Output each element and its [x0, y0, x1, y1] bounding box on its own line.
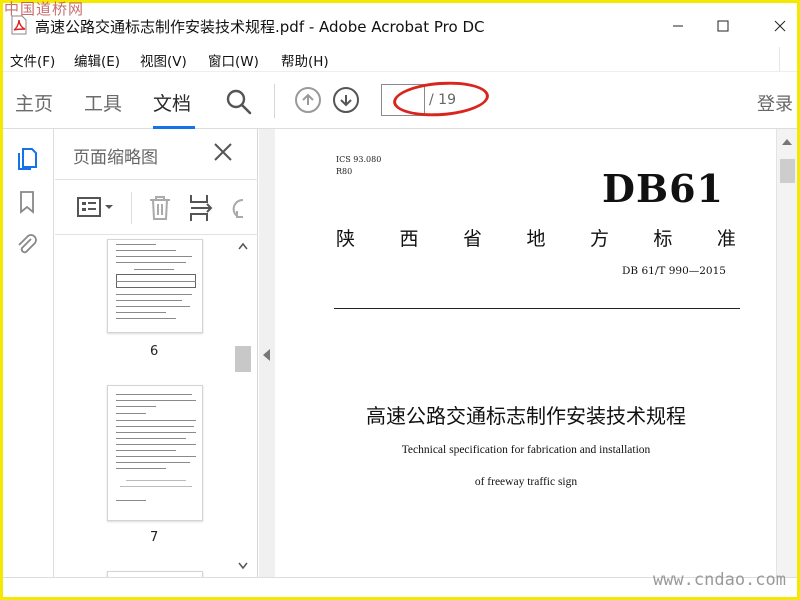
document-title-en-line1: Technical specification for fabrication …	[401, 444, 651, 456]
thumbnail-panel: 页面缩略图 6 7	[55, 129, 258, 579]
category-code: R80	[336, 167, 353, 176]
tab-home[interactable]: 主页	[15, 89, 53, 116]
menu-file[interactable]: 文件(F)	[10, 50, 55, 70]
menu-edit[interactable]: 编辑(E)	[74, 50, 120, 70]
login-button[interactable]: 登录	[757, 90, 793, 116]
toolbar: 主页 工具 文档 / 19 登录	[3, 71, 797, 129]
close-icon	[774, 20, 786, 32]
minimize-icon	[673, 25, 683, 27]
thumbnail-page-number: 6	[150, 344, 159, 359]
province-char: 陕	[336, 228, 356, 250]
page-up-icon	[302, 93, 314, 105]
title-bar: 高速公路交通标志制作安装技术规程.pdf - Adobe Acrobat Pro…	[3, 3, 797, 47]
province-char: 准	[716, 228, 736, 250]
minimize-button[interactable]	[658, 11, 698, 41]
panel-collapse-handle[interactable]	[259, 129, 275, 577]
standard-number: DB 61/T 990—2015	[622, 265, 726, 277]
search-icon[interactable]	[225, 88, 253, 116]
menu-bar-edge	[779, 47, 797, 71]
close-button[interactable]	[760, 11, 800, 41]
scroll-up-icon[interactable]	[782, 139, 792, 145]
rotate-page-icon[interactable]	[229, 196, 249, 220]
maximize-icon	[717, 20, 729, 32]
scroll-down-icon[interactable]	[238, 562, 248, 570]
attachment-icon[interactable]	[15, 233, 39, 259]
toolbar-separator	[274, 84, 275, 118]
scroll-up-icon[interactable]	[238, 242, 248, 250]
previous-page-button[interactable]	[295, 87, 321, 113]
scrollbar-thumb[interactable]	[235, 346, 251, 372]
page-thumbnail[interactable]	[107, 385, 203, 521]
document-page: ICS 93.080 R80 DB61 陕 西 省 地 方 标 准 DB 61/…	[276, 129, 776, 577]
province-char: 方	[589, 228, 609, 250]
province-char: 省	[462, 228, 482, 250]
panel-title: 页面缩略图	[73, 148, 158, 168]
thumbnail-scrollbar[interactable]	[233, 236, 253, 577]
header-rule	[334, 308, 740, 309]
standard-code: DB61	[602, 166, 724, 211]
tab-tools[interactable]: 工具	[84, 89, 122, 116]
thumbnail-toolbar	[55, 179, 258, 235]
page-thumbnails-icon[interactable]	[15, 145, 39, 171]
thumbnail-options-icon[interactable]	[77, 196, 115, 220]
ics-number: ICS 93.080	[336, 155, 382, 164]
collapse-arrow-icon	[263, 349, 270, 361]
menu-bar: 文件(F) 编辑(E) 视图(V) 窗口(W) 帮助(H)	[3, 47, 797, 71]
watermark-url: www.cndao.com	[652, 570, 786, 590]
bookmark-icon[interactable]	[15, 189, 39, 215]
page-down-icon	[340, 95, 352, 107]
menu-view[interactable]: 视图(V)	[140, 50, 187, 70]
document-scrollbar[interactable]	[776, 129, 797, 577]
document-title-cn: 高速公路交通标志制作安装技术规程	[366, 404, 686, 428]
page-thumbnail[interactable]	[107, 239, 203, 333]
scrollbar-thumb[interactable]	[780, 159, 795, 183]
delete-page-icon[interactable]	[147, 194, 173, 222]
province-char: 标	[653, 228, 673, 250]
province-char: 地	[526, 228, 546, 250]
window-title: 高速公路交通标志制作安装技术规程.pdf - Adobe Acrobat Pro…	[35, 18, 485, 36]
menu-window[interactable]: 窗口(W)	[208, 50, 259, 70]
left-navigation-rail	[3, 129, 54, 577]
thumbnail-toolbar-separator	[131, 192, 132, 224]
tab-document[interactable]: 文档	[153, 89, 191, 116]
thumbnail-page-number: 7	[150, 530, 159, 545]
watermark-cn: 中国道桥网	[4, 0, 85, 18]
province-standard-label: 陕 西 省 地 方 标 准	[336, 224, 736, 251]
close-icon[interactable]	[212, 141, 234, 163]
maximize-button[interactable]	[703, 11, 743, 41]
document-title-en-line2: of freeway traffic sign	[474, 476, 578, 488]
province-char: 西	[399, 228, 419, 250]
menu-help[interactable]: 帮助(H)	[281, 50, 329, 70]
insert-page-icon[interactable]	[189, 193, 215, 223]
next-page-button[interactable]	[333, 87, 359, 113]
